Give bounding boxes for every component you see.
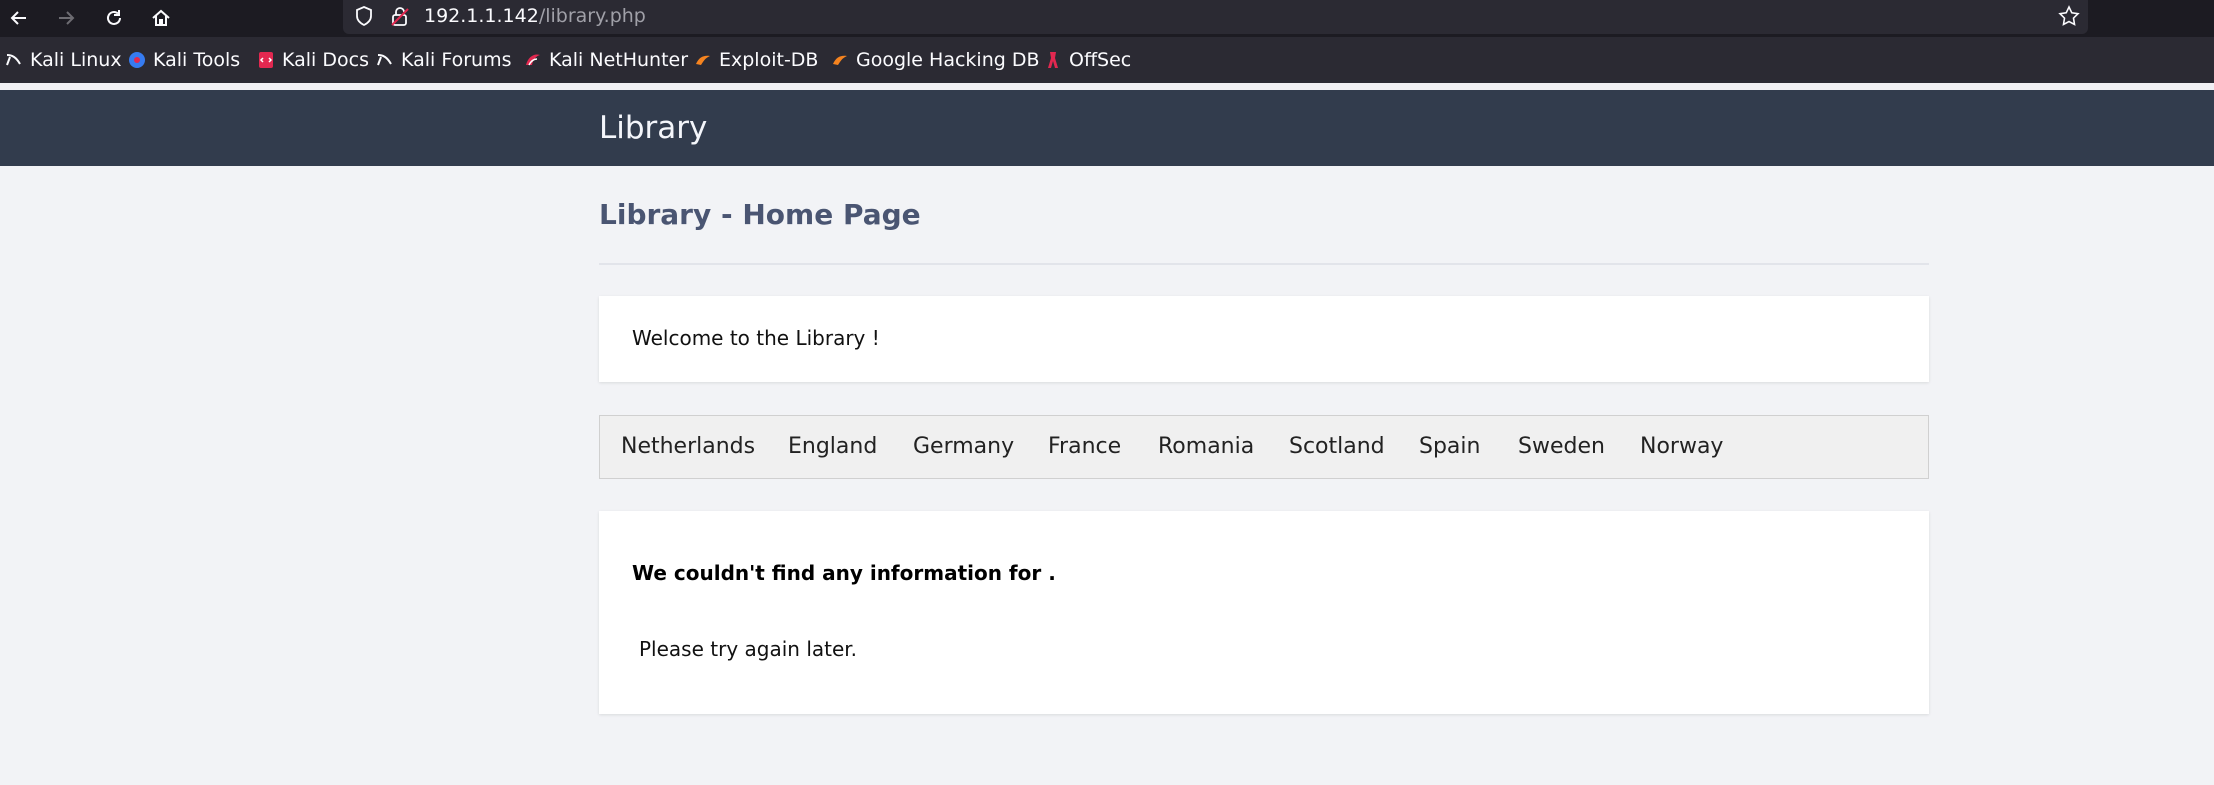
site-title[interactable]: Library	[599, 110, 707, 146]
address-bar[interactable]: 192.1.1.142/library.php	[343, 0, 2088, 34]
heading-divider	[599, 263, 1929, 265]
kali-tools-icon	[128, 51, 146, 69]
country-nav: Netherlands England Germany France Roman…	[599, 415, 1929, 479]
bookmark-kali-tools[interactable]: Kali Tools	[128, 48, 240, 72]
bookmark-label: Exploit-DB	[719, 49, 819, 71]
home-button[interactable]	[146, 4, 176, 32]
browser-toolbar: 192.1.1.142/library.php	[0, 0, 2214, 37]
forward-arrow-icon	[59, 11, 75, 25]
bookmark-label: Kali Linux	[30, 49, 122, 71]
chrome-divider	[0, 83, 2214, 90]
home-icon	[152, 9, 170, 26]
country-link-spain[interactable]: Spain	[1419, 434, 1480, 459]
offsec-icon	[1044, 51, 1062, 69]
country-link-germany[interactable]: Germany	[913, 434, 1014, 459]
country-link-netherlands[interactable]: Netherlands	[621, 434, 755, 459]
reload-icon	[107, 10, 121, 25]
kali-dragon-icon	[376, 51, 394, 69]
bookmarks-toolbar: Kali Linux Kali Tools Kali Docs Kali For…	[0, 37, 2214, 83]
site-header: Library	[0, 90, 2214, 166]
back-arrow-icon	[10, 11, 26, 25]
country-link-sweden[interactable]: Sweden	[1518, 434, 1605, 459]
bookmark-label: OffSec	[1069, 49, 1132, 71]
reload-button[interactable]	[99, 4, 129, 32]
bookmark-kali-linux[interactable]: Kali Linux	[5, 48, 122, 72]
country-link-scotland[interactable]: Scotland	[1289, 434, 1385, 459]
url-text[interactable]: 192.1.1.142/library.php	[424, 5, 646, 27]
bookmark-offsec[interactable]: OffSec	[1044, 48, 1131, 72]
bookmark-label: Kali NetHunter	[549, 49, 689, 71]
kali-docs-icon	[257, 51, 275, 69]
welcome-card: Welcome to the Library !	[599, 296, 1929, 382]
shield-icon[interactable]	[353, 5, 375, 27]
result-card: We couldn't find any information for . P…	[599, 511, 1929, 714]
kali-dragon-icon	[5, 51, 23, 69]
bookmark-kali-forums[interactable]: Kali Forums	[376, 48, 512, 72]
forward-button[interactable]	[51, 4, 81, 32]
not-found-message: We couldn't find any information for .	[632, 561, 1056, 585]
back-button[interactable]	[4, 4, 34, 32]
bookmark-star-icon[interactable]	[2058, 5, 2080, 27]
exploit-db-icon	[694, 51, 712, 69]
bookmark-kali-nethunter[interactable]: Kali NetHunter	[524, 48, 688, 72]
country-link-france[interactable]: France	[1048, 434, 1121, 459]
bookmark-label: Google Hacking DB	[856, 49, 1040, 71]
bookmark-label: Kali Tools	[153, 49, 241, 71]
country-link-england[interactable]: England	[788, 434, 877, 459]
ghdb-icon	[831, 51, 849, 69]
country-link-romania[interactable]: Romania	[1158, 434, 1254, 459]
bookmark-label: Kali Docs	[282, 49, 369, 71]
bookmark-exploit-db[interactable]: Exploit-DB	[694, 48, 818, 72]
bookmark-kali-docs[interactable]: Kali Docs	[257, 48, 369, 72]
page-title: Library - Home Page	[599, 198, 921, 231]
nethunter-icon	[524, 51, 542, 69]
bookmark-google-hacking-db[interactable]: Google Hacking DB	[831, 48, 1040, 72]
welcome-text: Welcome to the Library !	[632, 326, 880, 350]
country-link-norway[interactable]: Norway	[1640, 434, 1723, 459]
bookmark-label: Kali Forums	[401, 49, 512, 71]
url-path: /library.php	[538, 5, 646, 27]
url-host: 192.1.1.142	[424, 5, 539, 27]
insecure-lock-icon[interactable]	[389, 5, 411, 27]
try-later-message: Please try again later.	[639, 637, 858, 661]
